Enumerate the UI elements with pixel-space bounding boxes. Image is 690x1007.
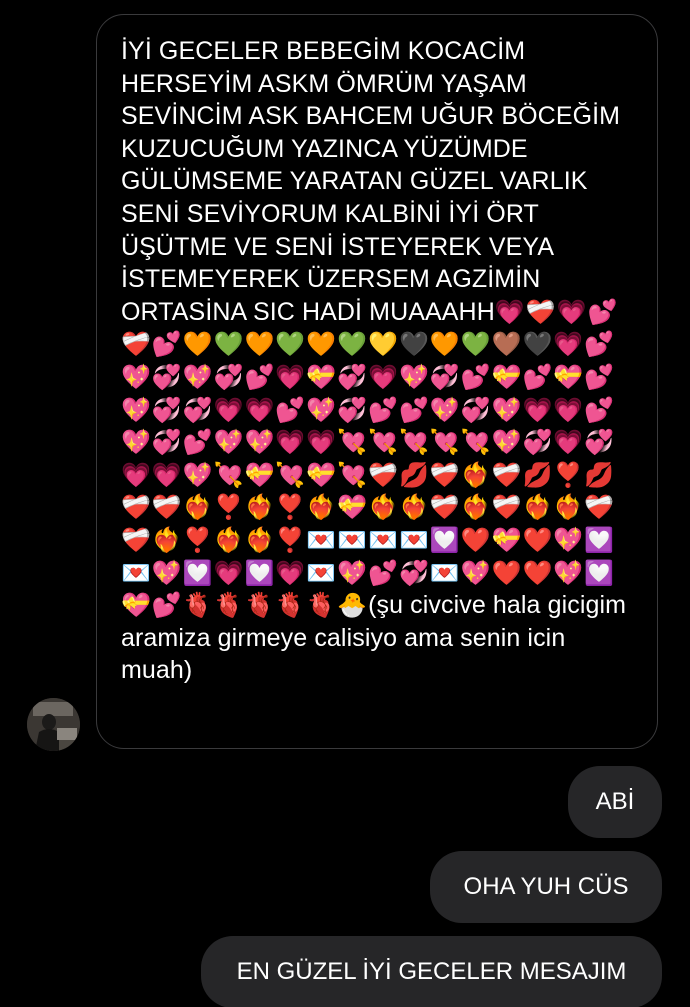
message-body-text: İYİ GECELER BEBEGİM KOCACİM HERSEYİM ASK… <box>121 37 628 326</box>
emoji-hearts-run: 💗❤️‍🩹💗💕❤️‍🩹💕🧡💚🧡💚🧡💚💛🖤🧡💚🤎🖤💗💕💖💞💖💞💕💗💝💞💗💖💞💕💝💕… <box>121 297 619 620</box>
chat-screen: { "incoming_message": { "text_main": "İY… <box>0 0 690 1007</box>
incoming-message-text: İYİ GECELER BEBEGİM KOCACİM HERSEYİM ASK… <box>121 35 635 687</box>
incoming-message-bubble[interactable]: İYİ GECELER BEBEGİM KOCACİM HERSEYİM ASK… <box>96 14 658 749</box>
outgoing-message-bubble[interactable]: ABİ <box>568 766 662 838</box>
profile-photo-icon <box>27 698 80 751</box>
outgoing-message-bubble[interactable]: OHA YUH CÜS <box>430 851 662 923</box>
outgoing-message-bubble[interactable]: EN GÜZEL İYİ GECELER MESAJIM <box>201 936 662 1007</box>
sender-avatar[interactable] <box>27 698 80 751</box>
